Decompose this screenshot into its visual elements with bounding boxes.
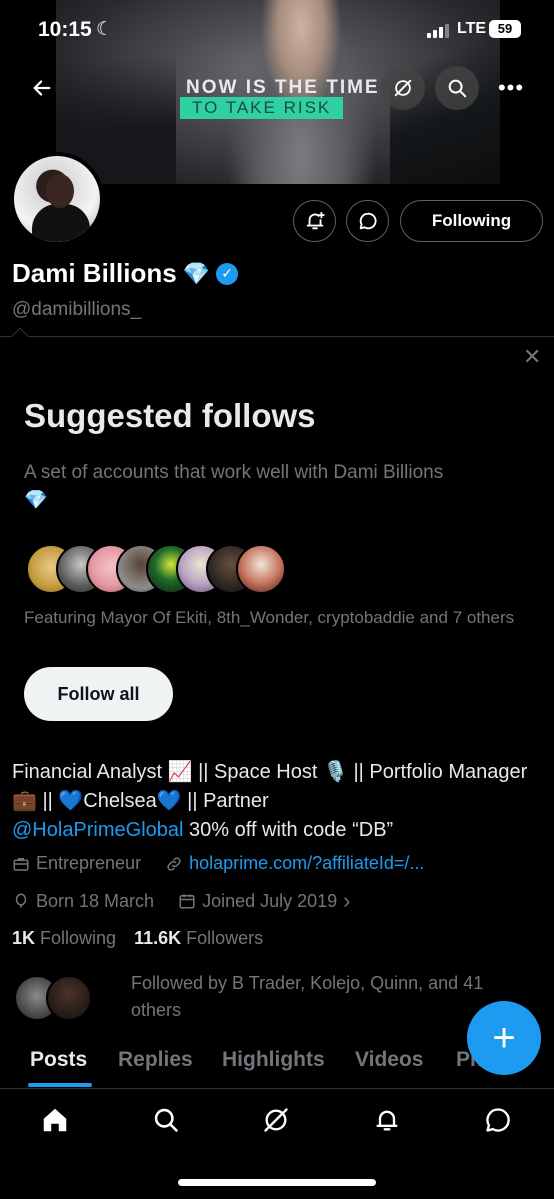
tab-videos[interactable]: Videos [355,1048,423,1072]
nav-notifications[interactable] [367,1102,407,1138]
profile-name: Dami Billions [12,258,177,288]
status-time: 10:15 [38,18,92,41]
grok-icon [264,1108,288,1132]
active-tab-indicator [28,1083,92,1087]
link-icon [167,856,181,871]
signal-icon [427,24,449,38]
search-icon [448,79,467,98]
nav-search[interactable] [146,1102,186,1138]
divider [0,336,554,337]
grok-icon [394,79,412,97]
follow-counts: 1K Following 11.6K Followers [12,928,263,949]
nav-grok[interactable] [256,1102,296,1138]
tab-posts[interactable]: Posts [30,1048,87,1072]
briefcase-icon [13,857,29,871]
followed-by-avatars[interactable] [14,975,92,1021]
suggested-follows-description: A set of accounts that work well with Da… [24,462,444,511]
profile-name-row: Dami Billions 💎 ✓ [12,258,239,289]
followed-by-text[interactable]: Followed by B Trader, Kolejo, Quinn, and… [131,970,511,1024]
nav-home[interactable] [35,1102,75,1138]
following-count-link[interactable]: 1K Following [12,928,116,949]
home-icon [43,1108,67,1132]
follow-all-button[interactable]: Follow all [24,667,173,721]
profile-joined: Joined July 2019 [202,890,338,911]
bell-plus-icon [306,211,325,230]
profile-bio: Financial Analyst 📈 || Space Host 🎙️ || … [12,761,528,841]
bell-icon [376,1110,398,1131]
search-icon [154,1108,178,1132]
status-bar: 10:15 ☾ LTE 59 [0,0,554,60]
banner-text-line2: TO TAKE RISK [180,97,344,119]
nav-messages[interactable] [478,1102,518,1138]
back-button[interactable] [20,66,64,110]
gem-emoji: 💎 [182,260,211,286]
profile-category: Entrepreneur [36,853,142,873]
profile-avatar[interactable] [10,152,104,246]
profile-birthday: Born 18 March [36,890,155,911]
suggested-avatar[interactable] [236,544,286,594]
following-button[interactable]: Following [400,200,543,242]
suggested-follows-title: Suggested follows [24,397,316,434]
plus-icon: + [492,1015,516,1060]
suggested-avatars[interactable] [26,544,286,594]
chat-bubble-icon [359,212,377,230]
followers-count-link[interactable]: 11.6K Followers [134,928,263,949]
popover-notch [11,327,29,345]
balloon-icon [15,893,27,908]
calendar-icon [179,894,195,909]
battery-icon: 59 [489,20,521,38]
banner-text-line1: NOW IS THE TIME [186,77,380,98]
chat-bubble-icon [486,1108,510,1132]
verified-badge-icon: ✓ [216,262,239,285]
compose-post-button[interactable]: + [467,1001,541,1075]
more-options-button[interactable]: ••• [489,66,533,110]
profile-handle: @damibillions_ [12,299,142,320]
gem-emoji: 💎 [24,490,48,511]
avatar [46,975,92,1021]
moon-icon: ☾ [96,19,114,40]
profile-website-link[interactable]: holaprime.com/?affiliateId=/... [189,853,424,874]
bio-mention-link[interactable]: @HolaPrimeGlobal [12,819,183,841]
arrow-left-icon [33,80,51,96]
tab-replies[interactable]: Replies [118,1048,193,1072]
suggested-featuring-text: Featuring Mayor Of Ekiti, 8th_Wonder, cr… [24,608,515,627]
tab-highlights[interactable]: Highlights [222,1048,325,1072]
message-button[interactable] [346,200,389,242]
profile-meta-row: Entrepreneur holaprime.com/?affiliateId=… [12,853,424,874]
search-button[interactable] [435,66,479,110]
notifications-button[interactable] [293,200,336,242]
chevron-right-icon[interactable]: › [343,888,350,914]
grok-button[interactable] [381,66,425,110]
home-indicator [178,1179,376,1186]
more-icon: ••• [497,75,525,100]
close-suggestions-button[interactable]: ✕ [523,344,541,370]
network-label: LTE [457,20,487,37]
profile-meta-row: Born 18 March Joined July 2019 › [12,888,351,914]
